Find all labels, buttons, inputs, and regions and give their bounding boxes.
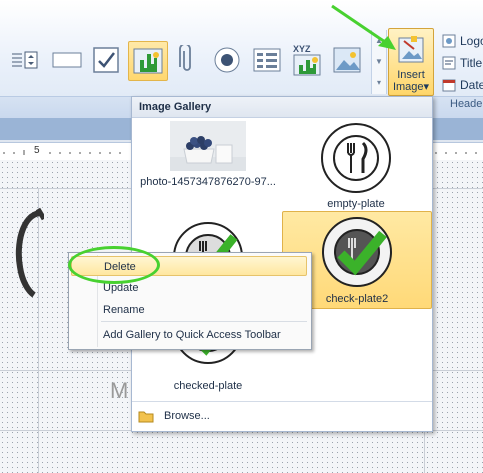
ruler-mark: 5 <box>34 145 40 156</box>
gallery-item-photo[interactable]: photo-1457347876270-97... <box>134 119 282 189</box>
bracket-shape <box>15 207 44 298</box>
date-label: Date <box>460 78 483 92</box>
spin-button-control[interactable] <box>8 42 42 78</box>
gallery-title: Image Gallery <box>132 97 432 118</box>
title-icon <box>442 56 456 70</box>
photo-thumbnail <box>170 121 246 171</box>
list-box-control[interactable] <box>250 42 284 78</box>
annotation-arrow-icon <box>331 4 396 50</box>
folder-icon <box>138 411 154 423</box>
checkbox-control[interactable] <box>90 42 124 78</box>
date-time-icon <box>442 79 456 92</box>
title-label: Title <box>460 56 483 70</box>
gallery-item-empty-plate[interactable]: empty-plate <box>282 119 430 211</box>
insert-image-label-line1: Insert <box>397 69 425 81</box>
menu-separator <box>101 321 307 322</box>
logo-button[interactable]: Logo <box>442 30 483 52</box>
svg-text:XYZ: XYZ <box>293 44 311 54</box>
textbox-control[interactable] <box>50 42 84 78</box>
browse-button[interactable]: Browse... <box>132 401 432 430</box>
gallery-item-label: checked-plate <box>173 380 243 392</box>
option-button-control[interactable] <box>210 42 244 78</box>
chart-control[interactable]: XYZ <box>290 42 324 78</box>
browse-label: Browse... <box>164 410 210 422</box>
check-plate-icon <box>322 217 392 287</box>
canvas-label-m: M <box>110 378 129 403</box>
gallery-item-label: empty-plate <box>327 198 385 210</box>
highlight-ellipse <box>68 246 160 284</box>
title-button[interactable]: Title <box>442 52 483 74</box>
attachment-control[interactable] <box>170 42 204 78</box>
chevron-down-icon: ▾ <box>423 81 430 93</box>
menu-item-add-to-qat[interactable]: Add Gallery to Quick Access Toolbar <box>71 325 307 345</box>
logo-label: Logo <box>460 34 483 48</box>
logo-icon <box>442 34 456 48</box>
more-icon[interactable]: ▾ <box>372 72 386 93</box>
empty-plate-icon <box>321 123 391 193</box>
header-group-label: Heade <box>450 98 483 110</box>
insert-image-label-line2: Image <box>392 81 424 93</box>
gallery-item-label: photo-1457347876270-97... <box>140 176 276 188</box>
header-footer-items: Logo Title Date <box>442 30 483 96</box>
image-control[interactable] <box>128 41 168 81</box>
menu-item-rename[interactable]: Rename <box>71 300 307 320</box>
date-time-button[interactable]: Date <box>442 74 483 96</box>
